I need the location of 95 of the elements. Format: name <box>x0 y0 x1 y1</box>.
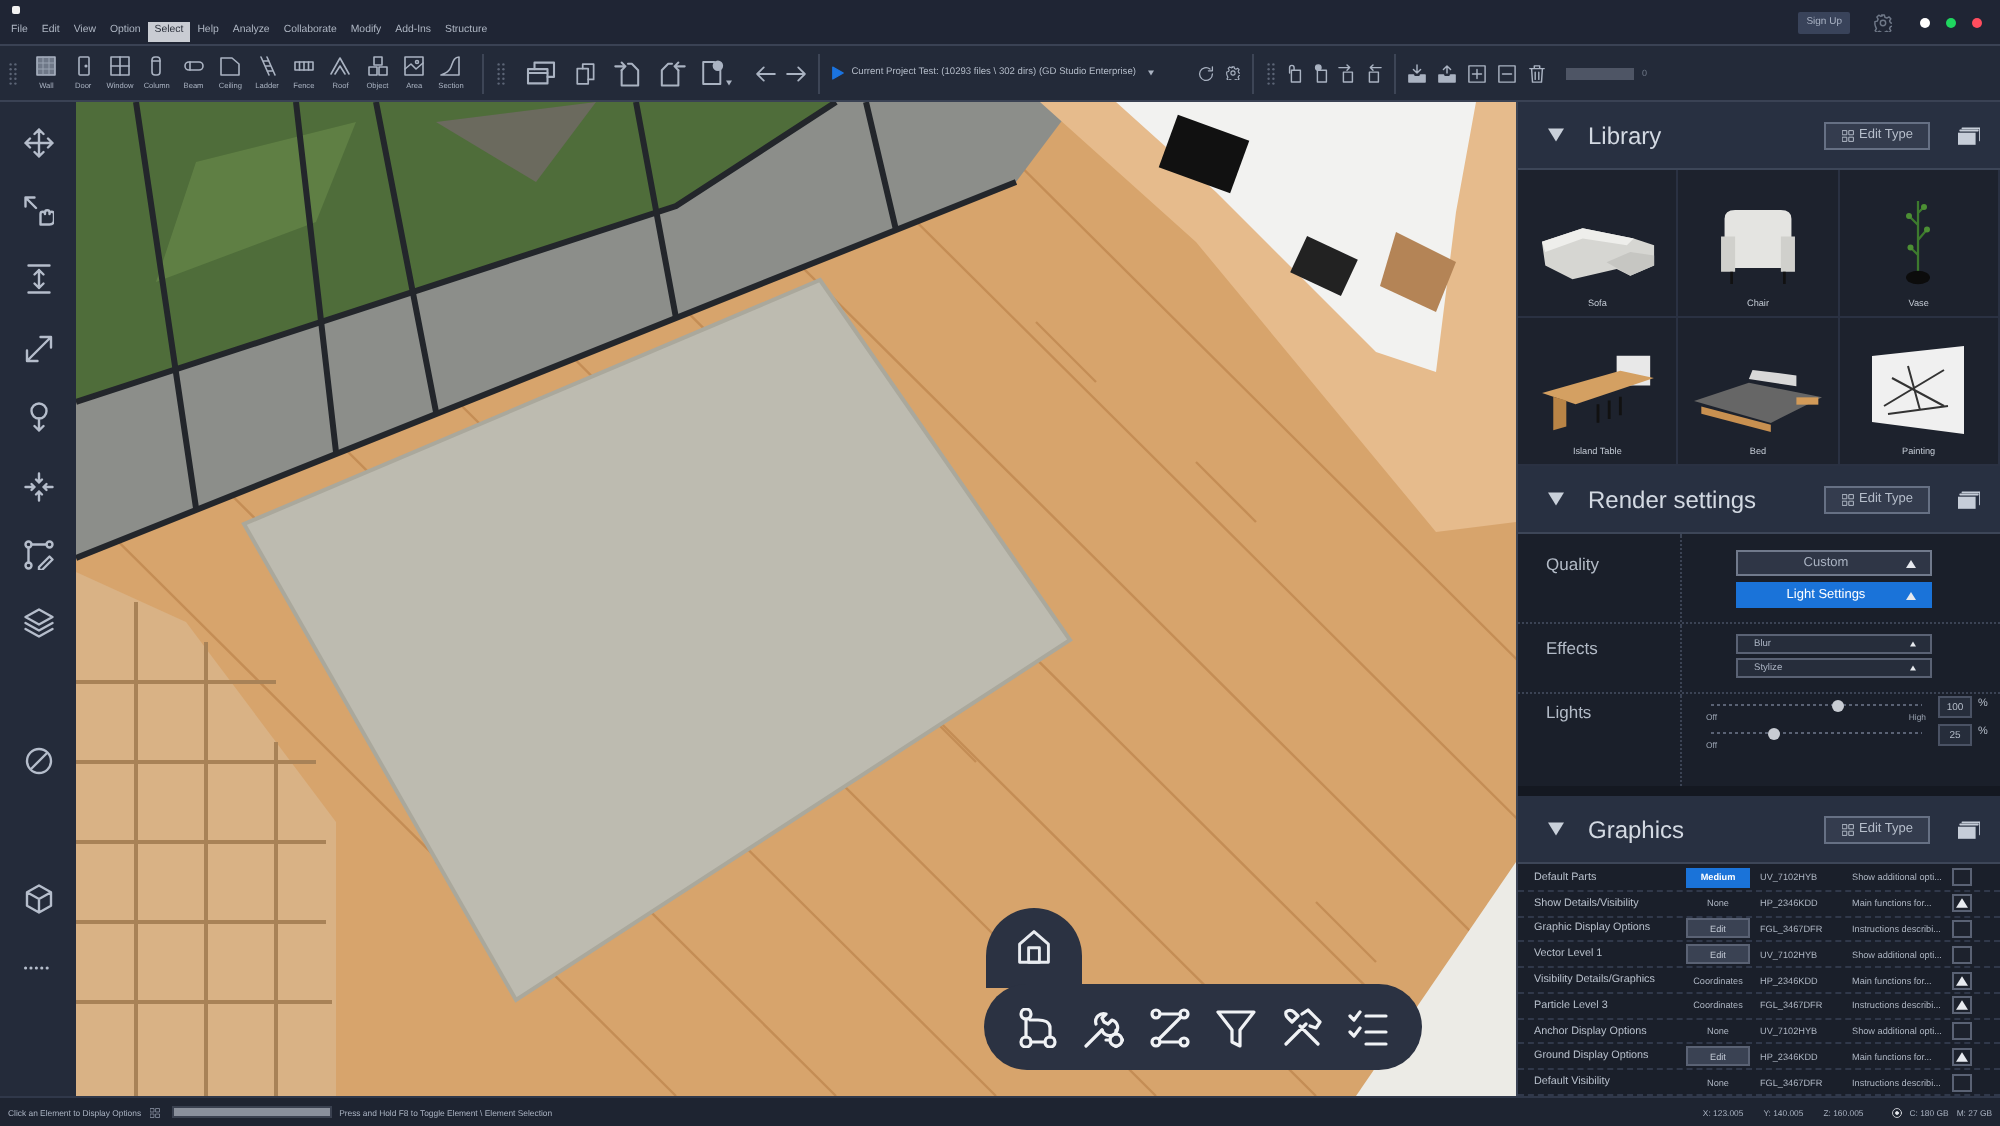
page-dot-icon[interactable] <box>1311 62 1330 84</box>
wall-icon <box>36 56 57 76</box>
play-icon <box>831 66 844 80</box>
grid-icon <box>1841 493 1853 505</box>
tray-down-icon[interactable] <box>1407 63 1426 83</box>
settings-icon[interactable] <box>1225 66 1240 80</box>
caret-icon <box>1906 559 1916 567</box>
hand-arrow-icon[interactable] <box>23 196 53 227</box>
caret-icon <box>1910 665 1916 671</box>
checkbox[interactable] <box>1952 868 1972 887</box>
filter-icon[interactable] <box>1216 1007 1257 1047</box>
wrench-gear-icon[interactable] <box>1083 1007 1124 1047</box>
settings-icon[interactable] <box>1874 13 1892 31</box>
page-clip-icon[interactable] <box>1285 62 1304 84</box>
window-icon <box>109 56 130 76</box>
page-arrow-icon[interactable] <box>1337 62 1356 84</box>
copy-icon[interactable] <box>573 59 598 87</box>
caret-icon[interactable] <box>1147 70 1154 76</box>
panel-title: Render settings <box>1588 485 1757 513</box>
arrow-right-icon[interactable] <box>785 65 806 81</box>
tray-up-icon[interactable] <box>1437 63 1456 83</box>
caret-icon[interactable] <box>725 80 732 86</box>
node-path-icon[interactable] <box>1149 1007 1190 1047</box>
grip-icon <box>1265 61 1276 85</box>
grid-icon <box>1841 823 1853 835</box>
cube-icon[interactable] <box>23 883 53 914</box>
panel-title: Library <box>1588 121 1662 149</box>
dotted-line-icon[interactable] <box>23 963 53 972</box>
caret-icon <box>1910 641 1916 647</box>
checkbox[interactable] <box>1952 996 1972 1015</box>
collapse-triangle-icon[interactable] <box>1548 128 1564 142</box>
grid-icon <box>149 1107 160 1117</box>
grid-icon <box>1841 129 1853 141</box>
slashed-circle-icon[interactable] <box>23 746 53 777</box>
height-icon[interactable] <box>23 264 53 295</box>
window-control-icon[interactable] <box>1920 17 1930 27</box>
ladder-icon <box>257 56 278 76</box>
grip-icon <box>495 61 506 85</box>
blocks-icon <box>367 56 388 76</box>
refresh-icon[interactable] <box>1197 65 1214 81</box>
trash-icon[interactable] <box>1527 63 1546 83</box>
checklist-icon[interactable] <box>1348 1007 1389 1047</box>
checkbox[interactable] <box>1952 1047 1972 1066</box>
section-icon <box>440 56 461 76</box>
tools-icon[interactable] <box>1282 1007 1323 1047</box>
panel-title: Graphics <box>1588 815 1685 843</box>
area-icon <box>404 56 425 76</box>
slider-thumb[interactable] <box>1767 727 1780 739</box>
windows-icon[interactable] <box>1958 819 1980 839</box>
expand-icon[interactable] <box>23 333 53 364</box>
nodes-icon[interactable] <box>1017 1007 1058 1047</box>
checkbox[interactable] <box>1952 1022 1972 1041</box>
grip-icon <box>8 61 18 85</box>
page-arrow-icon[interactable] <box>657 59 686 87</box>
triangle-icon <box>1956 975 1968 986</box>
collapse-icon[interactable] <box>23 471 53 502</box>
fence-icon <box>293 56 314 76</box>
door-icon <box>73 56 94 76</box>
slider-thumb[interactable] <box>1831 699 1844 711</box>
checkbox[interactable] <box>1952 894 1972 913</box>
windows-icon[interactable] <box>523 60 558 86</box>
ring-dot-icon <box>1891 1107 1902 1117</box>
checkbox[interactable] <box>1952 945 1972 964</box>
roof-icon <box>330 56 351 76</box>
collapse-triangle-icon[interactable] <box>1548 492 1564 506</box>
triangle-icon <box>1956 1051 1968 1062</box>
app-icon <box>12 6 20 14</box>
triangle-icon <box>1956 898 1968 909</box>
checkbox[interactable] <box>1952 919 1972 938</box>
home-icon <box>1016 928 1052 964</box>
windows-icon[interactable] <box>1958 125 1980 145</box>
plus-square-icon[interactable] <box>1467 63 1486 83</box>
move-icon[interactable] <box>23 127 53 158</box>
triangle-icon <box>1956 1000 1968 1011</box>
caret-icon <box>1906 591 1916 599</box>
ceiling-icon <box>220 56 241 76</box>
page-arrow-icon[interactable] <box>613 59 642 87</box>
windows-icon[interactable] <box>1958 489 1980 509</box>
setting-label: Effects <box>1518 624 1682 692</box>
bed-drawing <box>1693 368 1822 434</box>
minus-square-icon[interactable] <box>1497 63 1516 83</box>
setting-label: Quality <box>1518 534 1682 622</box>
painting-drawing <box>1868 346 1969 434</box>
input-field[interactable] <box>1565 67 1634 79</box>
page-arrow-icon[interactable] <box>1363 62 1382 84</box>
collapse-triangle-icon[interactable] <box>1548 822 1564 836</box>
node-edit-icon[interactable] <box>23 540 53 571</box>
arrow-left-icon[interactable] <box>755 65 776 81</box>
checkbox[interactable] <box>1952 971 1972 990</box>
window-control-icon[interactable] <box>1946 17 1956 27</box>
table-drawing <box>1541 352 1654 434</box>
column-icon <box>146 56 167 76</box>
beam-icon <box>183 56 204 76</box>
checkbox[interactable] <box>1952 1073 1972 1092</box>
layers-icon[interactable] <box>23 608 53 639</box>
